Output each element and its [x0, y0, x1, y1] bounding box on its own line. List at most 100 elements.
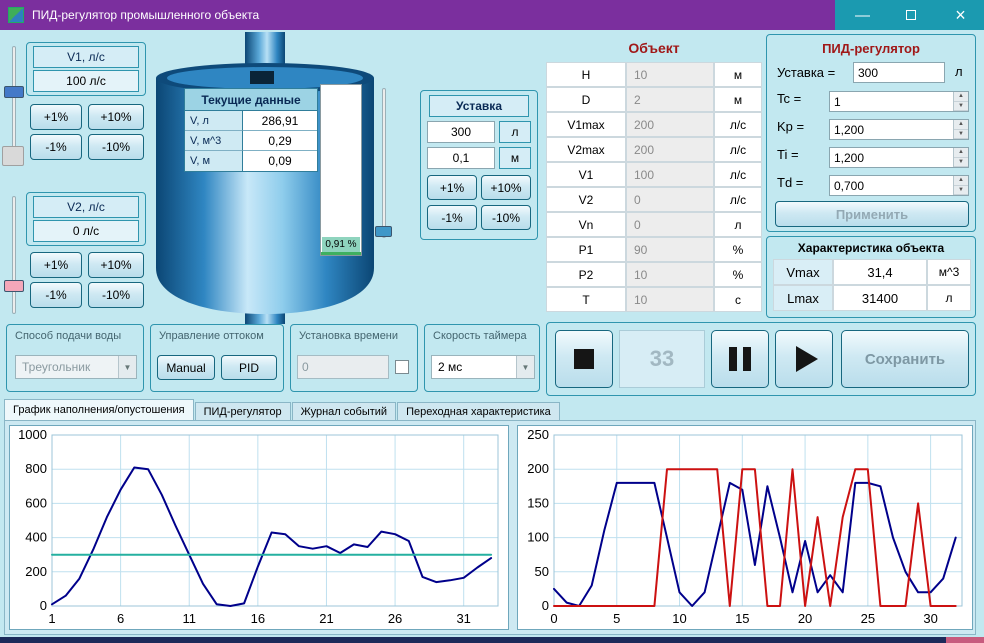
v1-plus1-button[interactable]: +1% [30, 104, 82, 130]
combo-value: Треугольник [22, 360, 91, 374]
pid-setpoint-row: Уставка = л [777, 62, 971, 83]
manual-button[interactable]: Manual [157, 355, 215, 380]
timer-counter: 33 [619, 330, 705, 388]
param-spinbox[interactable]: ▲▼ [829, 91, 969, 112]
v1-slider-base[interactable] [2, 146, 24, 166]
v2-plus1-button[interactable]: +1% [30, 252, 82, 278]
param-input[interactable] [830, 120, 953, 139]
save-button[interactable]: Сохранить [841, 330, 969, 388]
param-unit: м [714, 62, 762, 87]
svg-text:400: 400 [25, 530, 47, 545]
param-value: 200 [626, 112, 714, 137]
param-input[interactable] [830, 176, 953, 195]
spin-up-icon[interactable]: ▲ [954, 92, 968, 102]
v1-minus10-button[interactable]: -10% [88, 134, 144, 160]
param-unit: л/с [714, 137, 762, 162]
setpoint-minus10-button[interactable]: -10% [481, 205, 531, 230]
maximize-button[interactable] [888, 0, 933, 30]
char-name: Lmax [773, 285, 833, 311]
v2-slider[interactable] [12, 196, 16, 314]
table-row: V1max 200 л/с [546, 112, 762, 137]
pid-param-row: Td = ▲▼ [777, 175, 969, 196]
char-name: Vmax [773, 259, 833, 285]
v2-slider-thumb[interactable] [4, 280, 24, 292]
group-title: Скорость таймера [433, 330, 527, 342]
setpoint-plus10-button[interactable]: +10% [481, 175, 531, 200]
apply-button[interactable]: Применить [775, 201, 969, 227]
svg-text:25: 25 [861, 611, 875, 626]
v1-minus1-button[interactable]: -1% [30, 134, 82, 160]
spin-up-icon[interactable]: ▲ [954, 148, 968, 158]
pause-button[interactable] [711, 330, 769, 388]
setpoint-volume-unit: л [499, 121, 531, 143]
row-name: V, м^3 [185, 131, 243, 151]
time-checkbox[interactable] [395, 360, 409, 374]
minimize-button[interactable]: — [840, 0, 885, 30]
time-input[interactable] [297, 355, 389, 379]
timer-speed-select[interactable]: 2 мс ▼ [431, 355, 535, 379]
pid-title: ПИД-регулятор [822, 41, 920, 56]
char-value: 31400 [833, 285, 927, 311]
pid-setpoint-input[interactable] [853, 62, 945, 83]
spin-down-icon[interactable]: ▼ [954, 157, 968, 167]
close-icon: × [955, 4, 966, 25]
object-title: Объект [628, 40, 680, 56]
param-value: 10 [626, 262, 714, 287]
time-setting-group: Установка времени [290, 324, 418, 392]
v2-minus1-button[interactable]: -1% [30, 282, 82, 308]
spin-down-icon[interactable]: ▼ [954, 129, 968, 139]
param-unit: % [714, 262, 762, 287]
v1-plus10-button[interactable]: +10% [88, 104, 144, 130]
row-value: 286,91 [243, 111, 317, 131]
supply-method-select[interactable]: Треугольник ▼ [15, 355, 137, 379]
tab-event-log[interactable]: Журнал событий [291, 402, 397, 421]
setpoint-minus1-button[interactable]: -1% [427, 205, 477, 230]
param-value: 10 [626, 287, 714, 312]
current-data-title: Текущие данные [185, 89, 317, 111]
spin-down-icon[interactable]: ▼ [954, 101, 968, 111]
svg-text:30: 30 [923, 611, 937, 626]
pid-mode-button[interactable]: PID [221, 355, 277, 380]
param-spinbox[interactable]: ▲▼ [829, 119, 969, 140]
svg-text:11: 11 [182, 611, 196, 626]
param-unit: л [714, 212, 762, 237]
v1-value: 100 л/с [33, 70, 139, 92]
spin-down-icon[interactable]: ▼ [954, 185, 968, 195]
v1-slider-thumb[interactable] [4, 86, 24, 98]
table-row: V2 0 л/с [546, 187, 762, 212]
tab-fill-chart[interactable]: График наполнения/опустошения [4, 399, 194, 421]
app-window: ПИД-регулятор промышленного объекта — × … [0, 0, 984, 643]
param-spinbox[interactable]: ▲▼ [829, 147, 969, 168]
tab-pid[interactable]: ПИД-регулятор [194, 402, 291, 421]
table-row: V, л 286,91 [185, 111, 317, 131]
param-label: Tc = [777, 91, 802, 106]
spin-up-icon[interactable]: ▲ [954, 120, 968, 130]
spin-up-icon[interactable]: ▲ [954, 176, 968, 186]
wallpaper-sliver [946, 637, 984, 643]
svg-text:6: 6 [117, 611, 124, 626]
svg-text:150: 150 [527, 495, 549, 510]
param-name: D [546, 87, 626, 112]
chart-flows: 0 5 10 15 20 25 30 0 50 100 150 200 250 [527, 427, 963, 626]
stop-button[interactable] [555, 330, 613, 388]
param-input[interactable] [830, 92, 953, 111]
v2-minus10-button[interactable]: -10% [88, 282, 144, 308]
transport-panel: 33 Сохранить [546, 322, 976, 396]
v2-plus10-button[interactable]: +10% [88, 252, 144, 278]
param-value: 0 [626, 212, 714, 237]
svg-text:0: 0 [40, 598, 47, 613]
param-spinbox[interactable]: ▲▼ [829, 175, 969, 196]
play-button[interactable] [775, 330, 833, 388]
setpoint-slider[interactable] [382, 88, 386, 238]
setpoint-plus1-button[interactable]: +1% [427, 175, 477, 200]
chevron-down-icon[interactable]: ▼ [118, 356, 136, 378]
param-name: V1max [546, 112, 626, 137]
chevron-down-icon[interactable]: ▼ [516, 356, 534, 378]
tab-step-response[interactable]: Переходная характеристика [397, 402, 560, 421]
setpoint-slider-thumb[interactable] [375, 226, 392, 237]
row-value: 0,29 [243, 131, 317, 151]
param-input[interactable] [830, 148, 953, 167]
close-button[interactable]: × [937, 0, 984, 30]
svg-text:21: 21 [319, 611, 333, 626]
level-chart-panel: 1 6 11 16 21 26 31 0 200 400 600 800 1000 [9, 425, 509, 630]
